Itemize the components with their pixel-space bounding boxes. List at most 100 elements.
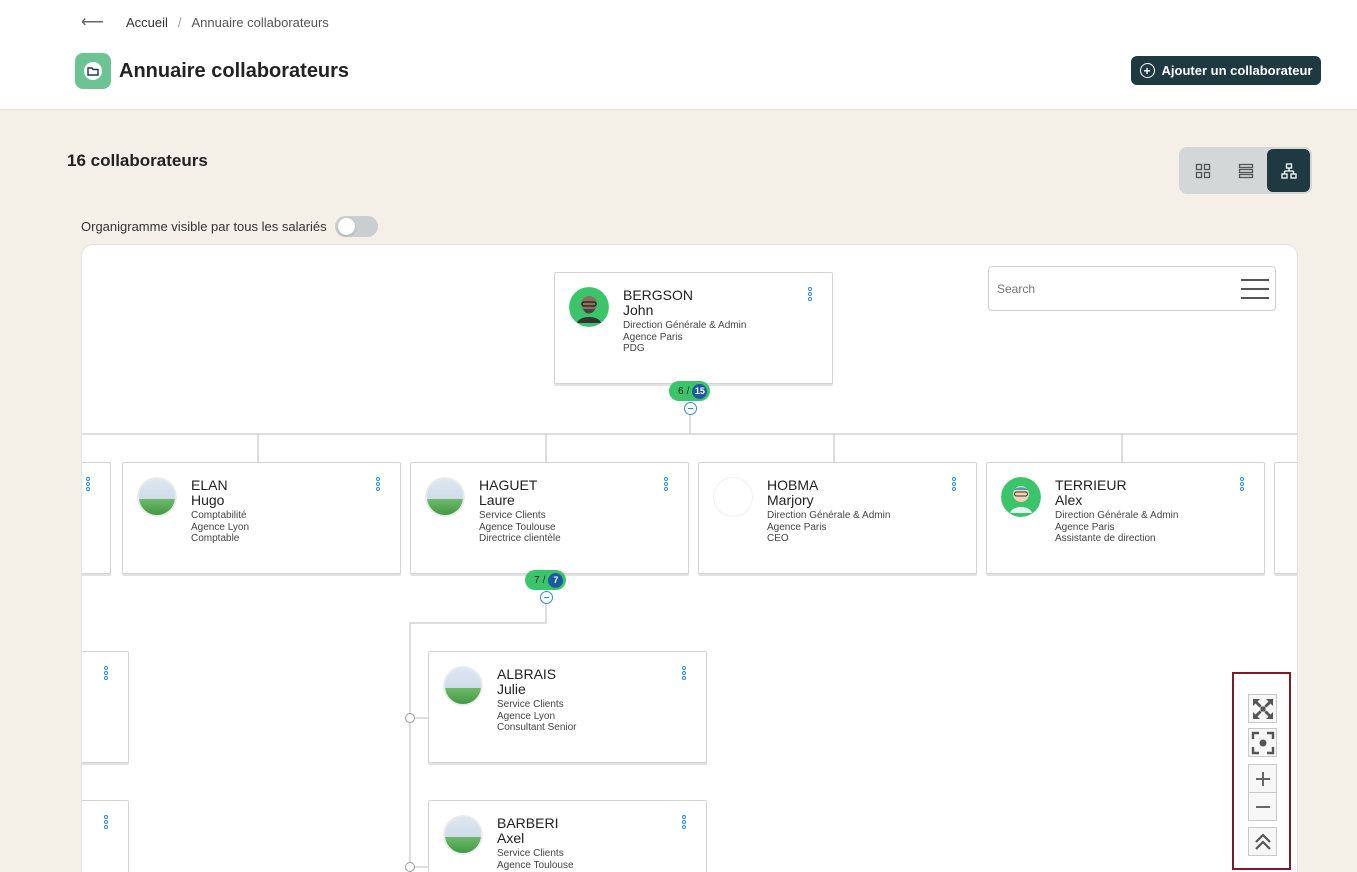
direct-count: 7: [534, 574, 540, 586]
total-count: 7: [548, 572, 564, 588]
center-icon[interactable]: [1248, 728, 1277, 757]
page-header: ⟵ Accueil / Annuaire collaborateurs Annu…: [0, 0, 1357, 110]
card-agency: Agence Lyon: [191, 521, 250, 533]
fit-screen-icon[interactable]: [1248, 694, 1277, 723]
card-last-name: HAGUET: [479, 477, 538, 493]
zoom-controls: [1232, 672, 1291, 870]
org-card-partial-left[interactable]: [82, 800, 129, 872]
card-last-name: ALBRAIS: [497, 666, 557, 682]
card-menu-icon[interactable]: [376, 477, 382, 491]
list-view-icon[interactable]: [1224, 149, 1267, 192]
visibility-toggle[interactable]: [334, 216, 378, 237]
card-agency: Agence Toulouse: [497, 859, 574, 871]
org-card-terrieur[interactable]: TERRIEUR Alex Direction Générale & Admin…: [986, 462, 1265, 574]
view-switch: [1179, 147, 1312, 194]
add-collaborator-button[interactable]: + Ajouter un collaborateur: [1131, 56, 1321, 85]
avatar: [443, 666, 483, 706]
card-department: Direction Générale & Admin: [623, 320, 747, 331]
card-menu-icon[interactable]: [104, 815, 110, 829]
card-agency: Agence Paris: [623, 331, 683, 343]
card-menu-icon[interactable]: [808, 287, 814, 301]
breadcrumb-current: Annuaire collaborateurs: [191, 14, 329, 30]
card-role: Comptable: [191, 533, 240, 544]
arrow-left-icon[interactable]: ⟵: [81, 12, 104, 32]
plus-icon: +: [1139, 63, 1155, 78]
breadcrumb-separator: /: [177, 14, 182, 30]
count-separator: /: [686, 385, 690, 397]
card-role: Consultant Senior: [497, 722, 577, 733]
card-department: Service Clients: [479, 510, 546, 521]
card-department: Direction Générale & Admin: [767, 510, 891, 521]
org-card-partial-left[interactable]: [82, 462, 111, 574]
avatar: [569, 287, 609, 327]
org-search: [988, 266, 1276, 311]
card-agency: Agence Toulouse: [479, 521, 556, 533]
card-last-name: TERRIEUR: [1055, 477, 1127, 493]
org-card-barberi[interactable]: BARBERI Axel Service Clients Agence Toul…: [428, 800, 707, 872]
avatar: [713, 477, 753, 517]
org-card-partial-right[interactable]: [1274, 462, 1297, 574]
card-role: PDG: [623, 343, 645, 354]
org-chart[interactable]: BERGSON John Direction Générale & Admin …: [81, 244, 1298, 872]
menu-icon[interactable]: [1241, 278, 1269, 299]
card-role: CEO: [767, 533, 789, 544]
org-card-haguet[interactable]: HAGUET Laure Service Clients Agence Toul…: [410, 462, 689, 574]
collaborator-count: 16 collaborateurs: [67, 151, 208, 170]
card-last-name: BARBERI: [497, 815, 559, 831]
card-role: Assistante de direction: [1055, 533, 1156, 544]
card-first-name: Axel: [497, 830, 525, 846]
org-card-root[interactable]: BERGSON John Direction Générale & Admin …: [554, 272, 833, 384]
org-chart-icon[interactable]: [1267, 149, 1310, 192]
card-last-name: HOBMA: [767, 477, 819, 493]
breadcrumb: ⟵ Accueil / Annuaire collaborateurs: [81, 12, 329, 32]
collapse-icon[interactable]: [684, 402, 697, 415]
card-department: Direction Générale & Admin: [1055, 510, 1179, 521]
children-count-badge[interactable]: 6 / 15: [669, 381, 711, 401]
card-department: Service Clients: [497, 699, 564, 710]
folder-icon: [75, 53, 111, 89]
card-menu-icon[interactable]: [664, 477, 670, 491]
search-input[interactable]: [989, 281, 1241, 296]
direct-count: 6: [678, 385, 684, 397]
visibility-setting: Organigramme visible par tous les salari…: [81, 216, 378, 237]
card-department: Comptabilité: [191, 510, 247, 521]
collapse-all-icon[interactable]: [1248, 827, 1277, 856]
card-agency: Agence Paris: [1055, 521, 1115, 533]
avatar: [1001, 477, 1041, 517]
card-menu-icon[interactable]: [682, 815, 688, 829]
card-menu-icon[interactable]: [952, 477, 958, 491]
org-card-elan[interactable]: ELAN Hugo Comptabilité Agence Lyon Compt…: [122, 462, 401, 574]
org-card-albrais[interactable]: ALBRAIS Julie Service Clients Agence Lyo…: [428, 651, 707, 763]
total-count: 15: [692, 383, 708, 399]
card-menu-icon[interactable]: [682, 666, 688, 680]
org-card-hobma[interactable]: HOBMA Marjory Direction Générale & Admin…: [698, 462, 977, 574]
card-first-name: Hugo: [191, 492, 225, 508]
count-separator: /: [542, 574, 546, 586]
breadcrumb-home[interactable]: Accueil: [126, 15, 168, 30]
card-last-name: ELAN: [191, 477, 228, 493]
avatar: [137, 477, 177, 517]
children-count-badge[interactable]: 7 / 7: [525, 570, 567, 590]
card-department: Service Clients: [497, 848, 564, 859]
card-first-name: Marjory: [767, 492, 814, 508]
card-menu-icon[interactable]: [1240, 477, 1246, 491]
avatar: [443, 815, 483, 855]
collapse-icon[interactable]: [540, 591, 553, 604]
card-menu-icon[interactable]: [86, 477, 92, 491]
card-first-name: Laure: [479, 492, 515, 508]
card-first-name: Julie: [497, 681, 526, 697]
card-agency: Agence Lyon: [497, 710, 556, 722]
card-first-name: Alex: [1055, 492, 1083, 508]
zoom-in-icon[interactable]: [1248, 764, 1277, 793]
org-card-partial-left[interactable]: [82, 651, 129, 763]
page-title: Annuaire collaborateurs: [119, 59, 350, 82]
grid-view-icon[interactable]: [1181, 149, 1224, 192]
card-menu-icon[interactable]: [104, 666, 110, 680]
card-first-name: John: [623, 302, 654, 318]
card-role: Directrice clientèle: [479, 533, 561, 544]
visibility-label: Organigramme visible par tous les salari…: [81, 219, 327, 234]
avatar: [425, 477, 465, 517]
card-agency: Agence Paris: [767, 521, 827, 533]
zoom-out-icon[interactable]: [1248, 792, 1277, 821]
card-last-name: BERGSON: [623, 287, 694, 303]
